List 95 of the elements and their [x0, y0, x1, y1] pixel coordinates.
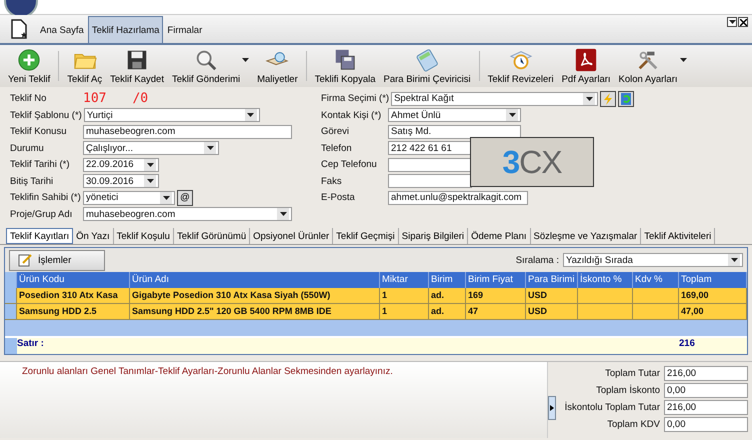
field-label: Durumu: [10, 142, 45, 154]
field-label: Teklifin Sahibi (*): [10, 192, 82, 204]
detail-tab[interactable]: Teklif Kayıtları: [6, 228, 74, 244]
detail-tab[interactable]: Teklif Görünümü: [174, 228, 250, 244]
field-label: Telefon: [321, 142, 353, 154]
dropdown-field[interactable]: Yurtiçi: [84, 108, 260, 122]
offer-number: 107: [83, 91, 106, 106]
detail-tab[interactable]: Teklif Aktiviteleri: [641, 228, 716, 244]
input-field[interactable]: [388, 174, 472, 188]
detail-tab[interactable]: Sipariş Bilgileri: [398, 228, 468, 244]
dropdown-button[interactable]: [727, 17, 737, 27]
detail-tab[interactable]: Opsiyonel Ürünler: [250, 228, 334, 244]
magnifier-icon: [194, 48, 218, 72]
warning-message: Zorunlu alanları Genel Tanımlar-Teklif Ayarları-Zorunlu Alanlar Sekmesinden ayarlayınız.: [22, 366, 393, 377]
close-button[interactable]: [738, 17, 748, 27]
toolbar-button[interactable]: Maliyetler: [253, 45, 302, 87]
field-label: Teklif Tarihi (*): [10, 159, 70, 170]
document-icon[interactable]: [10, 19, 28, 39]
ribbon-tab[interactable]: Firmalar: [163, 16, 206, 43]
caret-icon: [146, 162, 154, 167]
dropdown-field[interactable]: Çalışlıyor...: [83, 141, 219, 156]
footer-total: 216: [679, 338, 696, 351]
toolbar-button[interactable]: Teklif Aç: [63, 45, 106, 87]
caret-icon: [508, 113, 516, 118]
pencil-icon: [18, 253, 32, 267]
toolbar-button[interactable]: Teklif Gönderimi: [168, 45, 244, 87]
field-label: Görevi: [321, 126, 350, 138]
total-label: Toplam KDV: [607, 419, 660, 430]
total-field: 0,00: [664, 417, 748, 432]
detail-tab[interactable]: Ödeme Planı: [468, 228, 531, 244]
ribbon-tab[interactable]: Ana Sayfa: [36, 16, 88, 43]
plus-circle-icon: [17, 48, 42, 72]
input-field[interactable]: muhasebeogren.com: [83, 124, 292, 139]
caret-icon: [586, 96, 593, 101]
sort-label: Sıralama :: [516, 254, 559, 266]
toolbar-button[interactable]: Para Birimi Çeviricisi: [380, 45, 475, 87]
dropdown-field[interactable]: 30.09.2016: [83, 174, 159, 188]
dropdown-field[interactable]: Spektral Kağıt: [391, 92, 598, 106]
toolbar-button[interactable]: Teklifi Kopyala: [310, 45, 380, 87]
actions-button[interactable]: İşlemler: [9, 250, 105, 270]
input-field[interactable]: [388, 158, 472, 172]
detail-tab[interactable]: Ön Yazı: [73, 228, 114, 244]
input-field[interactable]: Satış Md.: [388, 124, 521, 139]
expand-button[interactable]: [548, 396, 556, 420]
dropdown-field[interactable]: yönetici: [83, 190, 175, 205]
toolbar-button[interactable]: Teklif Revizeleri: [484, 45, 558, 87]
toolbar-button[interactable]: Yeni Teklif: [4, 45, 54, 87]
field-label: Firma Seçimi (*): [321, 93, 390, 104]
dropdown-field[interactable]: Ahmet Ünlü: [388, 108, 521, 122]
floppy-copy-icon: [333, 48, 358, 72]
detail-tab[interactable]: Teklif Geçmişi: [333, 228, 399, 244]
toolbar-button[interactable]: Teklif Kaydet: [106, 45, 168, 87]
field-label: Kontak Kişi (*): [321, 110, 382, 121]
field-label: Teklif Şablonu (*): [10, 110, 83, 121]
field-label: Teklif No: [10, 93, 48, 104]
caret-icon: [280, 212, 286, 216]
input-field[interactable]: 212 422 61 61: [388, 141, 472, 156]
detail-tab[interactable]: Sözleşme ve Yazışmalar: [530, 228, 642, 244]
field-label: E-Posta: [321, 192, 356, 204]
total-label: Toplam Tutar: [605, 368, 660, 379]
ribbon-tab[interactable]: Teklif Hazırlama: [88, 16, 164, 43]
field-label: Faks: [321, 176, 343, 187]
detail-tab[interactable]: Teklif Koşulu: [114, 228, 174, 244]
dropdown-field[interactable]: muhasebeogren.com: [83, 207, 292, 222]
lightning-button[interactable]: [600, 90, 616, 107]
footer-label: Satır :: [17, 338, 45, 351]
toolbar-button[interactable]: Kolon Ayarları: [614, 45, 682, 87]
total-field: 0,00: [664, 383, 748, 398]
caret-icon[interactable]: [680, 58, 687, 62]
field-label: Teklif Konusu: [10, 126, 68, 138]
caret-icon: [146, 179, 154, 184]
toolbar-button[interactable]: Pdf Ayarları: [558, 45, 615, 87]
email-button[interactable]: @: [177, 190, 193, 206]
sort-dropdown[interactable]: Yazıldığı Sırada: [563, 253, 743, 267]
arrow-icon: [550, 405, 554, 411]
dropdown-field[interactable]: 22.09.2016: [83, 158, 159, 172]
pdf-icon: [574, 48, 598, 72]
revision-number: /0: [132, 91, 148, 106]
refresh-button[interactable]: [618, 90, 634, 107]
caret-icon: [162, 196, 170, 200]
field-label: Proje/Grup Adı: [10, 208, 74, 220]
row-indicator: [5, 338, 17, 354]
field-label: Bitiş Tarihi: [10, 176, 54, 187]
field-label: Cep Telefonu: [321, 159, 378, 170]
caret-icon: [730, 258, 738, 262]
row-indicator: [5, 272, 17, 288]
total-field: 216,00: [664, 366, 748, 381]
total-label: Toplam İskonto: [596, 385, 660, 396]
input-field[interactable]: ahmet.unlu@spektralkagit.com: [388, 190, 528, 205]
caret-icon[interactable]: [242, 58, 250, 62]
phone-logo: 3CX: [470, 137, 594, 187]
total-field: 216,00: [664, 400, 748, 415]
caret-icon: [206, 146, 214, 150]
total-label: İskontolu Toplam Tutar: [564, 402, 660, 413]
caret-icon: [247, 113, 254, 118]
